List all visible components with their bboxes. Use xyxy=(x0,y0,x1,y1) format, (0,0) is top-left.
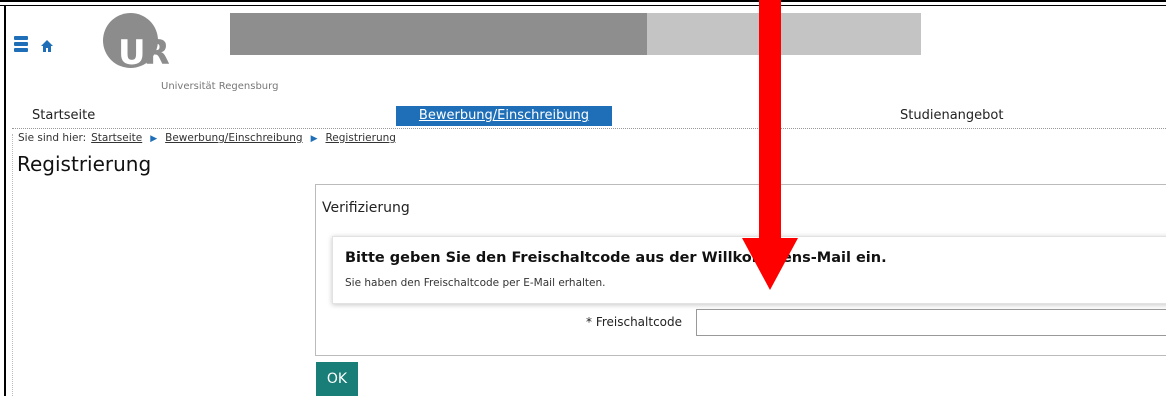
page-title: Registrierung xyxy=(17,152,152,176)
chevron-right-icon: ▶ xyxy=(150,134,158,144)
freischaltcode-input[interactable] xyxy=(696,309,1166,336)
header-banner-dark xyxy=(230,13,647,55)
sidebar-divider xyxy=(12,134,13,396)
nav-item-bewerbung[interactable]: Bewerbung/Einschreibung xyxy=(396,106,612,126)
main-navigation: Startseite Bewerbung/Einschreibung Studi… xyxy=(18,106,1166,126)
window-top-border xyxy=(0,0,1166,8)
breadcrumb-link-bewerbung[interactable]: Bewerbung/Einschreibung xyxy=(165,132,302,144)
breadcrumb-link-startseite[interactable]: Startseite xyxy=(91,132,142,144)
annotation-arrow xyxy=(742,0,798,290)
info-subtext: Sie haben den Freischaltcode per E-Mail … xyxy=(345,277,606,289)
breadcrumb-lead: Sie sind hier: xyxy=(18,132,87,144)
nav-divider xyxy=(12,128,1166,129)
freischaltcode-label: * Freischaltcode xyxy=(586,315,683,329)
home-icon[interactable] xyxy=(40,38,54,57)
ok-button[interactable]: OK xyxy=(316,362,358,396)
breadcrumb: Sie sind hier: Startseite ▶ Bewerbung/Einsc… xyxy=(18,132,396,144)
chevron-right-icon: ▶ xyxy=(310,134,318,144)
breadcrumb-link-registrierung[interactable]: Registrierung xyxy=(325,132,395,144)
nav-item-studienangebot[interactable]: Studienangebot xyxy=(900,106,1003,126)
panel-title: Verifizierung xyxy=(322,200,410,216)
nav-item-startseite[interactable]: Startseite xyxy=(32,106,95,126)
window-left-border xyxy=(4,6,6,396)
university-name: Universität Regensburg xyxy=(161,81,279,92)
info-heading: Bitte geben Sie den Freischaltcode aus d… xyxy=(345,250,887,266)
menu-icon[interactable] xyxy=(14,36,28,56)
logo-mark: UR xyxy=(118,33,170,73)
